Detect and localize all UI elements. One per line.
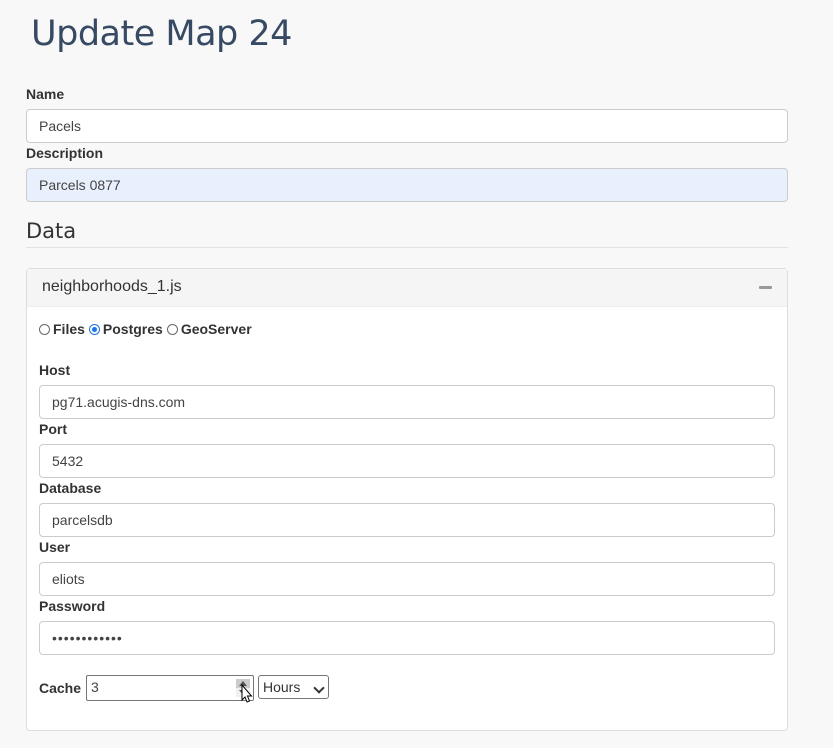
cache-label: Cache [39,680,82,696]
host-label: Host [39,362,71,378]
source-radio-group: Files Postgres GeoServer [39,321,256,337]
page-title: Update Map 24 [31,14,292,54]
user-label: User [39,539,71,555]
cache-value: 3 [91,679,99,695]
cache-unit-select[interactable]: Hours [258,675,329,699]
password-label: Password [39,598,106,614]
minus-icon[interactable] [759,286,772,289]
cache-number-input[interactable]: 3 [86,675,254,701]
radio-postgres-circle[interactable] [88,323,100,335]
name-input[interactable]: Pacels [26,109,788,143]
chevron-down-icon [313,682,325,694]
data-source-panel: neighborhoods_1.js Files Postgres GeoSer… [26,268,788,731]
host-input[interactable]: pg71.acugis-dns.com [39,385,775,419]
database-input[interactable]: parcelsdb [39,503,775,537]
radio-postgres[interactable]: Postgres [88,321,163,337]
panel-title: neighborhoods_1.js [42,278,182,295]
radio-geoserver[interactable]: GeoServer [166,321,252,337]
port-label: Port [39,421,67,437]
radio-geoserver-circle[interactable] [166,323,178,335]
port-input[interactable]: 5432 [39,444,775,478]
password-input[interactable]: •••••••••••• [39,621,775,655]
user-input[interactable]: eliots [39,562,775,596]
mouse-cursor-icon [241,684,253,703]
database-label: Database [39,480,102,496]
radio-files-circle[interactable] [39,323,50,335]
radio-files[interactable]: Files [39,321,85,337]
data-section-title: Data [26,219,77,243]
description-label: Description [26,145,104,161]
radio-files-label[interactable]: Files [53,321,85,337]
section-divider [26,247,788,248]
description-input[interactable]: Parcels 0877 [26,168,788,202]
radio-postgres-label[interactable]: Postgres [103,321,163,337]
radio-geoserver-label[interactable]: GeoServer [181,321,252,337]
name-label: Name [26,86,65,102]
cache-unit-value: Hours [263,679,301,695]
panel-header[interactable]: neighborhoods_1.js [27,269,787,307]
